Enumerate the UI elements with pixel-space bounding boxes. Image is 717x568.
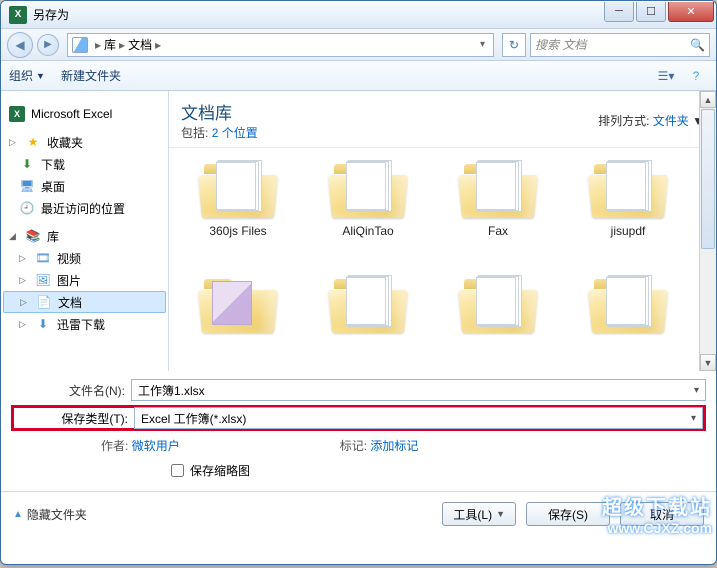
maximize-button[interactable]: ☐ — [636, 2, 666, 22]
thumbnail-checkbox[interactable] — [171, 464, 184, 477]
folder-item[interactable]: jisupdf — [563, 156, 693, 271]
arrange-by[interactable]: 排列方式: 文件夹 ▼ — [598, 112, 704, 129]
folder-item[interactable] — [433, 271, 563, 371]
scroll-down[interactable]: ▼ — [700, 354, 716, 371]
filetype-label: 保存类型(T): — [14, 410, 134, 427]
sidebar-item-favorites[interactable]: ▷★收藏夹 — [1, 131, 168, 153]
sidebar-item-documents[interactable]: ▷📄文档 — [3, 291, 166, 313]
sidebar-item-excel[interactable]: XMicrosoft Excel — [1, 103, 168, 125]
breadcrumb-dropdown[interactable]: ▾ — [476, 39, 489, 50]
scrollbar[interactable]: ▲ ▼ — [699, 91, 716, 371]
file-pane: 文档库 包括: 2 个位置 排列方式: 文件夹 ▼ 360js Files Al… — [169, 91, 716, 371]
refresh-button[interactable]: ↻ — [502, 33, 526, 57]
minimize-button[interactable]: ─ — [604, 2, 634, 22]
sidebar: XMicrosoft Excel ▷★收藏夹 ⬇下载 🖥桌面 🕘最近访问的位置 … — [1, 91, 169, 371]
folder-item[interactable] — [173, 271, 303, 371]
tag-label: 标记: — [340, 439, 367, 453]
save-button[interactable]: 保存(S) — [526, 502, 610, 526]
folder-item[interactable] — [303, 271, 433, 371]
author-value[interactable]: 微软用户 — [132, 439, 180, 453]
file-grid[interactable]: 360js Files AliQinTao Fax jisupdf — [169, 148, 716, 371]
tools-button[interactable]: 工具(L)▼ — [442, 502, 516, 526]
excel-icon: X — [9, 6, 27, 24]
content-header: 文档库 包括: 2 个位置 排列方式: 文件夹 ▼ — [169, 91, 716, 148]
tag-value[interactable]: 添加标记 — [370, 439, 418, 453]
search-placeholder: 搜索 文档 — [535, 36, 586, 53]
filetype-select[interactable]: Excel 工作簿(*.xlsx)▾ — [134, 407, 703, 429]
saveas-dialog: X 另存为 ─ ☐ ✕ ◀ ▶ ▸ 库 ▸ 文档 ▸ ▾ ↻ 搜索 文档 🔍 组… — [0, 0, 717, 565]
sidebar-item-videos[interactable]: ▷🎞视频 — [1, 247, 168, 269]
form-area: 文件名(N): 工作簿1.xlsx▾ 保存类型(T): Excel 工作簿(*.… — [1, 371, 716, 491]
view-button[interactable]: ☰▾ — [654, 65, 678, 87]
folder-item[interactable] — [563, 271, 693, 371]
newfolder-button[interactable]: 新建文件夹 — [61, 67, 121, 84]
scroll-thumb[interactable] — [701, 109, 715, 249]
library-icon — [72, 37, 88, 53]
cancel-button[interactable]: 取消 — [620, 502, 704, 526]
sidebar-item-xunlei[interactable]: ▷⬇迅雷下载 — [1, 313, 168, 335]
organize-menu[interactable]: 组织▼ — [9, 67, 45, 84]
sidebar-item-pictures[interactable]: ▷🖼图片 — [1, 269, 168, 291]
sidebar-item-desktop[interactable]: 🖥桌面 — [1, 175, 168, 197]
author-label: 作者: — [101, 439, 128, 453]
search-icon: 🔍 — [690, 38, 705, 52]
filename-label: 文件名(N): — [11, 382, 131, 399]
folder-item[interactable]: AliQinTao — [303, 156, 433, 271]
filename-input[interactable]: 工作簿1.xlsx▾ — [131, 379, 706, 401]
sidebar-item-recent[interactable]: 🕘最近访问的位置 — [1, 197, 168, 219]
back-button[interactable]: ◀ — [7, 32, 33, 58]
footer: ▲隐藏文件夹 工具(L)▼ 保存(S) 取消 — [1, 491, 716, 536]
navbar: ◀ ▶ ▸ 库 ▸ 文档 ▸ ▾ ↻ 搜索 文档 🔍 — [1, 29, 716, 61]
forward-button[interactable]: ▶ — [37, 34, 59, 56]
scroll-up[interactable]: ▲ — [700, 91, 716, 108]
window-title: 另存为 — [33, 6, 604, 23]
thumbnail-label: 保存缩略图 — [190, 462, 250, 479]
locations-link[interactable]: 2 个位置 — [212, 126, 258, 140]
crumb-docs[interactable]: 文档 — [128, 36, 152, 53]
titlebar[interactable]: X 另存为 ─ ☐ ✕ — [1, 1, 716, 29]
chevron-icon: ▸ — [155, 38, 161, 52]
crumb-lib[interactable]: 库 — [104, 36, 116, 53]
chevron-icon: ▸ — [95, 38, 101, 52]
search-input[interactable]: 搜索 文档 🔍 — [530, 33, 710, 57]
help-button[interactable]: ? — [684, 65, 708, 87]
sidebar-item-libraries[interactable]: ◢📚库 — [1, 225, 168, 247]
folder-item[interactable]: 360js Files — [173, 156, 303, 271]
chevron-icon: ▸ — [119, 38, 125, 52]
close-button[interactable]: ✕ — [668, 2, 714, 22]
sidebar-item-downloads[interactable]: ⬇下载 — [1, 153, 168, 175]
breadcrumb[interactable]: ▸ 库 ▸ 文档 ▸ ▾ — [67, 33, 494, 57]
library-title: 文档库 — [181, 99, 258, 124]
hide-folders-button[interactable]: ▲隐藏文件夹 — [13, 506, 87, 523]
folder-item[interactable]: Fax — [433, 156, 563, 271]
toolbar: 组织▼ 新建文件夹 ☰▾ ? — [1, 61, 716, 91]
